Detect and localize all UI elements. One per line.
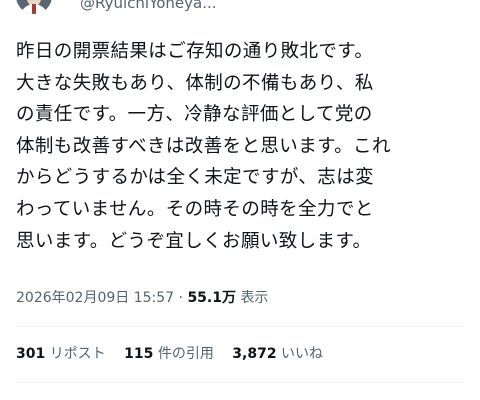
quotes-stat[interactable]: 115 件の引用 xyxy=(124,346,214,362)
avatar[interactable] xyxy=(16,0,52,14)
reposts-count: 301 xyxy=(16,346,46,362)
reposts-stat[interactable]: 301 リポスト xyxy=(16,346,106,362)
views-count: 55.1万 xyxy=(187,290,236,306)
views-label: 表示 xyxy=(240,290,269,306)
author-header: @RyuichiYoneya... xyxy=(0,0,480,18)
tweet-time[interactable]: 15:57 xyxy=(134,290,174,306)
reposts-label: リポスト xyxy=(49,346,106,362)
quotes-count: 115 xyxy=(124,346,154,362)
engagement-stats: 301 リポスト 115 件の引用 3,872 いいね xyxy=(16,344,337,364)
divider-top xyxy=(16,326,464,327)
likes-label: いいね xyxy=(281,346,324,362)
likes-stat[interactable]: 3,872 いいね xyxy=(232,346,323,362)
quotes-label: 件の引用 xyxy=(157,346,214,362)
meta-separator: · xyxy=(178,290,183,306)
author-handle[interactable]: @RyuichiYoneya... xyxy=(80,0,217,12)
tweet-text: 昨日の開票結果はご存知の通り敗北です。 大きな失敗もあり、体制の不備もあり、私 … xyxy=(16,41,391,252)
divider-bottom xyxy=(16,382,464,383)
likes-count: 3,872 xyxy=(232,346,277,362)
avatar-tie xyxy=(32,4,36,14)
tweet-meta: 2026年02月09日 15:57 · 55.1万 表示 xyxy=(16,288,268,308)
tweet-date[interactable]: 2026年02月09日 xyxy=(16,290,129,306)
